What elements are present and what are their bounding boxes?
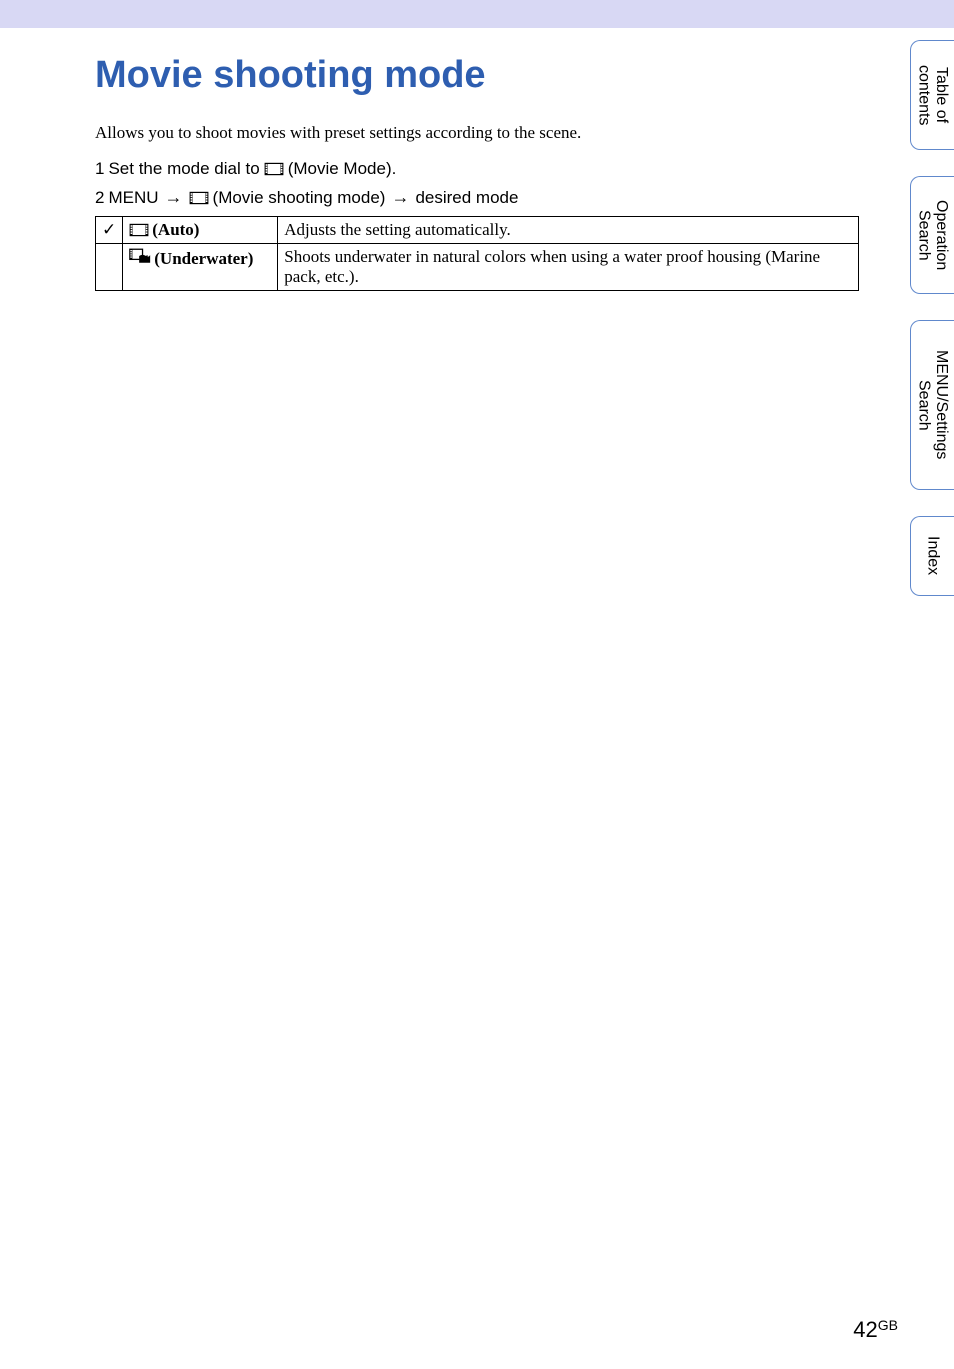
- content-area: Movie shooting mode Allows you to shoot …: [0, 28, 954, 291]
- mode-desc-cell: Shoots underwater in natural colors when…: [278, 244, 859, 291]
- page-title: Movie shooting mode: [95, 54, 859, 97]
- checkmark-cell: ✓: [96, 217, 123, 244]
- mode-label-auto: (Auto): [152, 220, 199, 240]
- intro-text: Allows you to shoot movies with preset s…: [95, 123, 859, 143]
- step-1-number: 1: [95, 159, 104, 179]
- mode-label-cell: (Underwater): [123, 244, 278, 291]
- movie-shooting-mode-icon: [189, 190, 209, 206]
- movie-mode-icon: [264, 161, 284, 177]
- step-2-prefix: MENU: [108, 188, 158, 208]
- table-row: (Underwater) Shoots underwater in natura…: [96, 244, 859, 291]
- step-2-number: 2: [95, 188, 104, 208]
- sidetab-label: Index: [924, 536, 942, 575]
- underwater-movie-icon: [129, 247, 151, 270]
- step-2: 2 MENU → (Movie shooting mode) → desired…: [95, 187, 859, 208]
- mode-desc-cell: Adjusts the setting automatically.: [278, 217, 859, 244]
- auto-movie-icon: [129, 222, 149, 238]
- side-tabs: Table of contents Operation Search MENU/…: [910, 40, 954, 596]
- sidetab-operation-search[interactable]: Operation Search: [910, 176, 954, 294]
- mode-label-underwater: (Underwater): [154, 249, 253, 269]
- top-banner: [0, 0, 954, 28]
- sidetab-menu-settings-search[interactable]: MENU/Settings Search: [910, 320, 954, 490]
- table-row: ✓: [96, 217, 859, 244]
- sidetab-table-of-contents[interactable]: Table of contents: [910, 40, 954, 150]
- step-1-prefix: Set the mode dial to: [108, 159, 259, 179]
- arrow-right-icon: →: [391, 187, 409, 208]
- step-1-suffix: (Movie Mode).: [288, 159, 397, 179]
- arrow-right-icon: →: [165, 187, 183, 208]
- step-2-mid: (Movie shooting mode): [213, 188, 386, 208]
- sidetab-index[interactable]: Index: [910, 516, 954, 596]
- mode-label-cell: (Auto): [123, 217, 278, 244]
- page-suffix: GB: [878, 1317, 898, 1333]
- checkmark-cell: [96, 244, 123, 291]
- mode-table: ✓: [95, 216, 859, 291]
- sidetab-label: Operation Search: [915, 200, 950, 270]
- step-1: 1 Set the mode dial to (Movie Mode).: [95, 159, 859, 179]
- page-footer: 42GB: [853, 1317, 898, 1343]
- sidetab-label: Table of contents: [915, 65, 950, 125]
- sidetab-label: MENU/Settings Search: [915, 350, 950, 459]
- page-number: 42: [853, 1317, 877, 1342]
- step-2-suffix: desired mode: [415, 188, 518, 208]
